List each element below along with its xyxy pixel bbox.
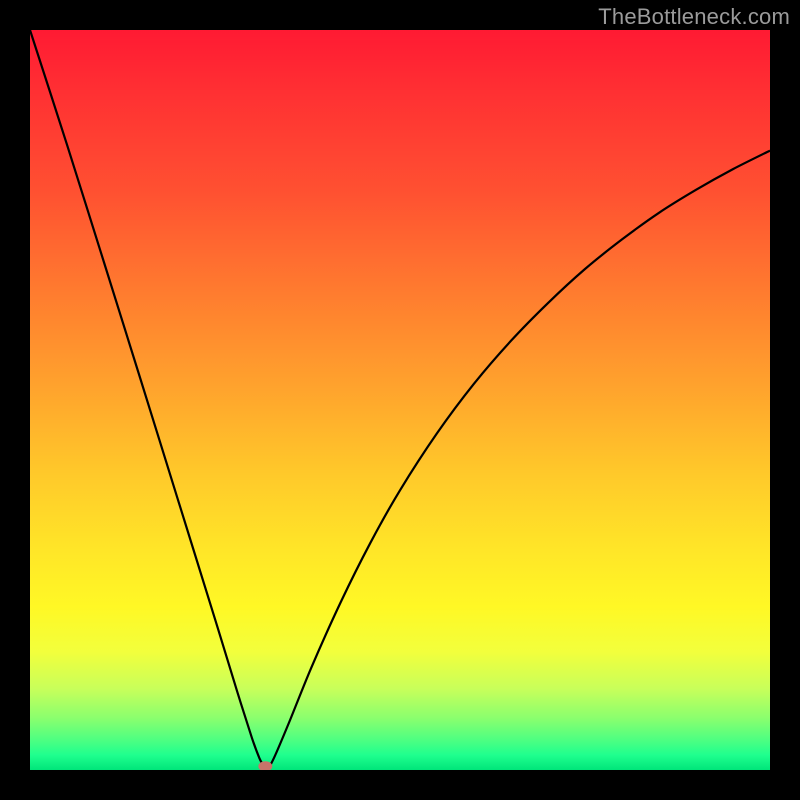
watermark-text: TheBottleneck.com [598, 4, 790, 30]
plot-area [30, 30, 770, 770]
bottleneck-curve-path [30, 30, 770, 770]
curve-svg [30, 30, 770, 770]
chart-frame: TheBottleneck.com [0, 0, 800, 800]
